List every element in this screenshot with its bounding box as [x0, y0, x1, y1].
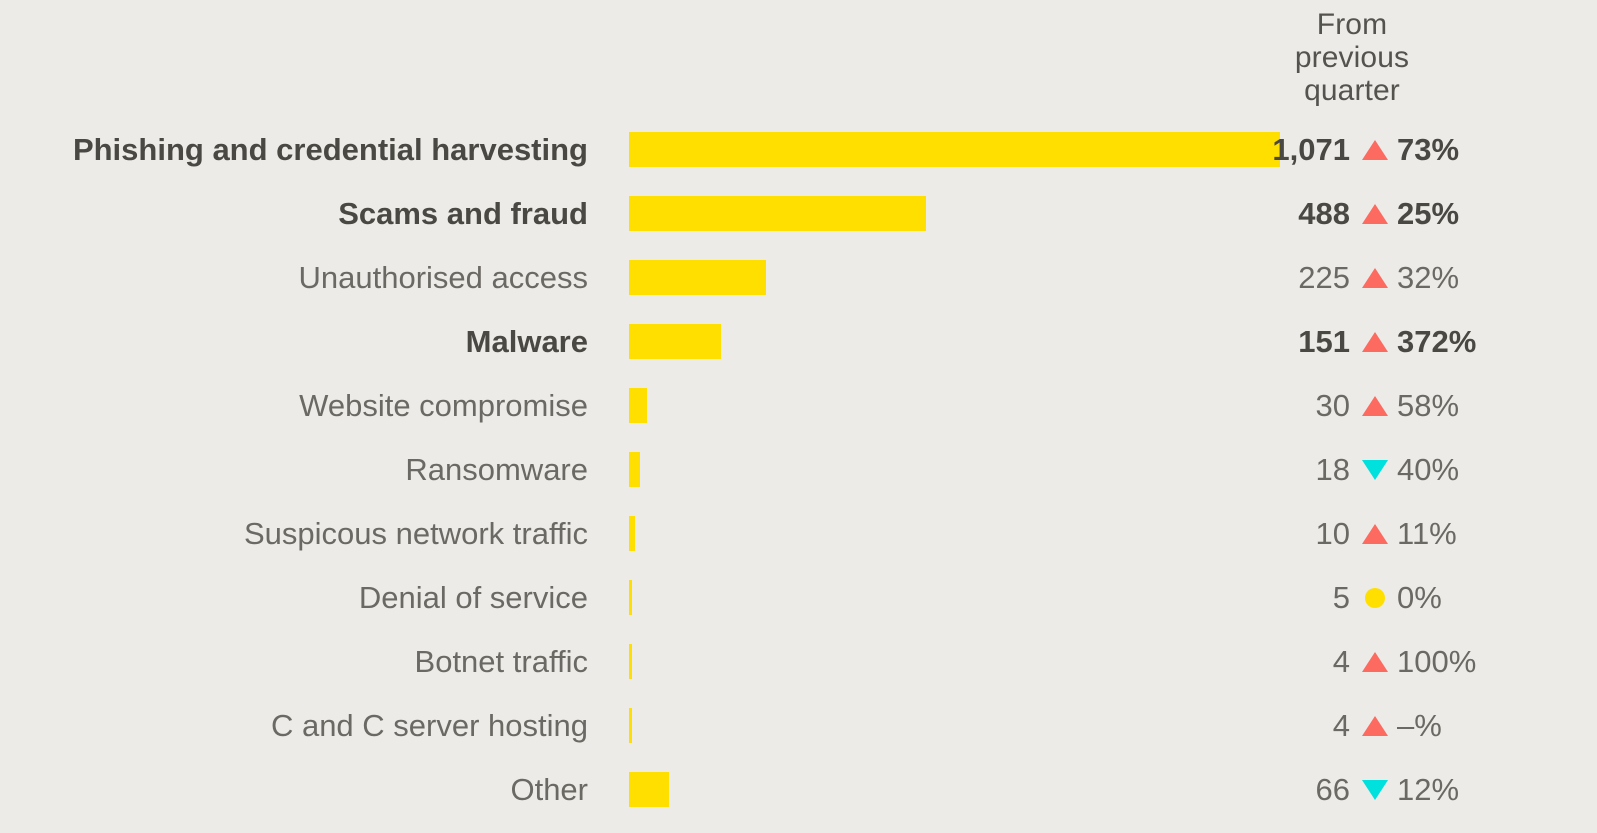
category-label: Denial of service [358, 580, 588, 615]
quarter-change: 58% [1362, 374, 1459, 438]
chart-row: Malware 151 372% [0, 310, 1597, 374]
bar [629, 388, 648, 423]
incident-count: 4 [1332, 644, 1350, 679]
quarter-change-value: 372% [1397, 324, 1477, 359]
chart-row: Unauthorised access 225 32% [0, 246, 1597, 310]
quarter-change: –% [1362, 694, 1442, 758]
quarter-change-value: 100% [1397, 644, 1477, 679]
delta-column-header-line-2: previous [1294, 41, 1410, 74]
quarter-change: 73% [1362, 118, 1459, 182]
category-label: Suspicous network traffic [243, 516, 588, 551]
bar [629, 324, 721, 359]
arrow-down-icon [1362, 438, 1388, 502]
delta-column-header-line-1: From [1316, 8, 1388, 41]
incident-count: 488 [1298, 196, 1350, 231]
incident-category-bar-chart: From previous quarter Phishing and crede… [0, 0, 1597, 833]
bar [629, 452, 640, 487]
category-label: Other [510, 772, 588, 807]
incident-count: 30 [1315, 388, 1350, 423]
incident-count: 18 [1315, 452, 1350, 487]
arrow-up-icon [1362, 118, 1388, 182]
arrow-up-icon [1362, 502, 1388, 566]
quarter-change: 40% [1362, 438, 1459, 502]
quarter-change: 12% [1362, 758, 1459, 822]
bar [629, 260, 766, 295]
quarter-change: 25% [1362, 182, 1459, 246]
quarter-change-value: 40% [1397, 452, 1460, 487]
quarter-change: 372% [1362, 310, 1476, 374]
quarter-change: 0% [1362, 566, 1442, 630]
chart-row: Scams and fraud 488 25% [0, 182, 1597, 246]
arrow-up-icon [1362, 182, 1388, 246]
chart-row: Suspicous network traffic 10 11% [0, 502, 1597, 566]
incident-count: 66 [1315, 772, 1350, 807]
category-label: Phishing and credential harvesting [72, 132, 588, 167]
quarter-change-value: –% [1397, 708, 1442, 743]
chart-rows: Phishing and credential harvesting 1,071 7… [0, 118, 1597, 822]
bar [629, 708, 632, 743]
incident-count: 4 [1332, 708, 1350, 743]
quarter-change: 11% [1362, 502, 1457, 566]
incident-count: 5 [1332, 580, 1350, 615]
quarter-change-value: 73% [1397, 132, 1460, 167]
bar [629, 196, 926, 231]
category-label: Ransomware [405, 452, 588, 487]
category-label: C and C server hosting [270, 708, 588, 743]
chart-row: C and C server hosting 4 –% [0, 694, 1597, 758]
chart-row: Website compromise 30 58% [0, 374, 1597, 438]
quarter-change: 32% [1362, 246, 1459, 310]
arrow-up-icon [1362, 630, 1388, 694]
chart-row: Phishing and credential harvesting 1,071 7… [0, 118, 1597, 182]
quarter-change: 100% [1362, 630, 1476, 694]
chart-row: Ransomware 18 40% [0, 438, 1597, 502]
quarter-change-value: 11% [1397, 516, 1457, 551]
quarter-change-value: 12% [1397, 772, 1460, 807]
chart-header: From previous quarter [0, 0, 1597, 118]
dot-flat-icon [1362, 566, 1388, 630]
quarter-change-value: 58% [1397, 388, 1460, 423]
bar [629, 580, 633, 615]
arrow-up-icon [1362, 694, 1388, 758]
incident-count: 10 [1315, 516, 1350, 551]
category-label: Malware [465, 324, 588, 359]
delta-column-header: From previous quarter [1222, 8, 1482, 107]
quarter-change-value: 32% [1397, 260, 1460, 295]
bar [629, 644, 632, 679]
category-label: Website compromise [299, 388, 588, 423]
bar [629, 772, 670, 807]
delta-column-header-line-3: quarter [1304, 74, 1400, 107]
category-label: Unauthorised access [298, 260, 589, 295]
bar [629, 516, 636, 551]
quarter-change-value: 0% [1397, 580, 1442, 615]
chart-row: Denial of service 5 0% [0, 566, 1597, 630]
chart-row: Other 66 12% [0, 758, 1597, 822]
quarter-change-value: 25% [1397, 196, 1460, 231]
incident-count: 225 [1298, 260, 1350, 295]
chart-row: Botnet traffic 4 100% [0, 630, 1597, 694]
category-label: Scams and fraud [338, 196, 588, 231]
arrow-up-icon [1362, 246, 1388, 310]
category-label: Botnet traffic [414, 644, 588, 679]
arrow-down-icon [1362, 758, 1388, 822]
incident-count: 1,071 [1272, 132, 1350, 167]
incident-count: 151 [1298, 324, 1350, 359]
arrow-up-icon [1362, 310, 1388, 374]
arrow-up-icon [1362, 374, 1388, 438]
